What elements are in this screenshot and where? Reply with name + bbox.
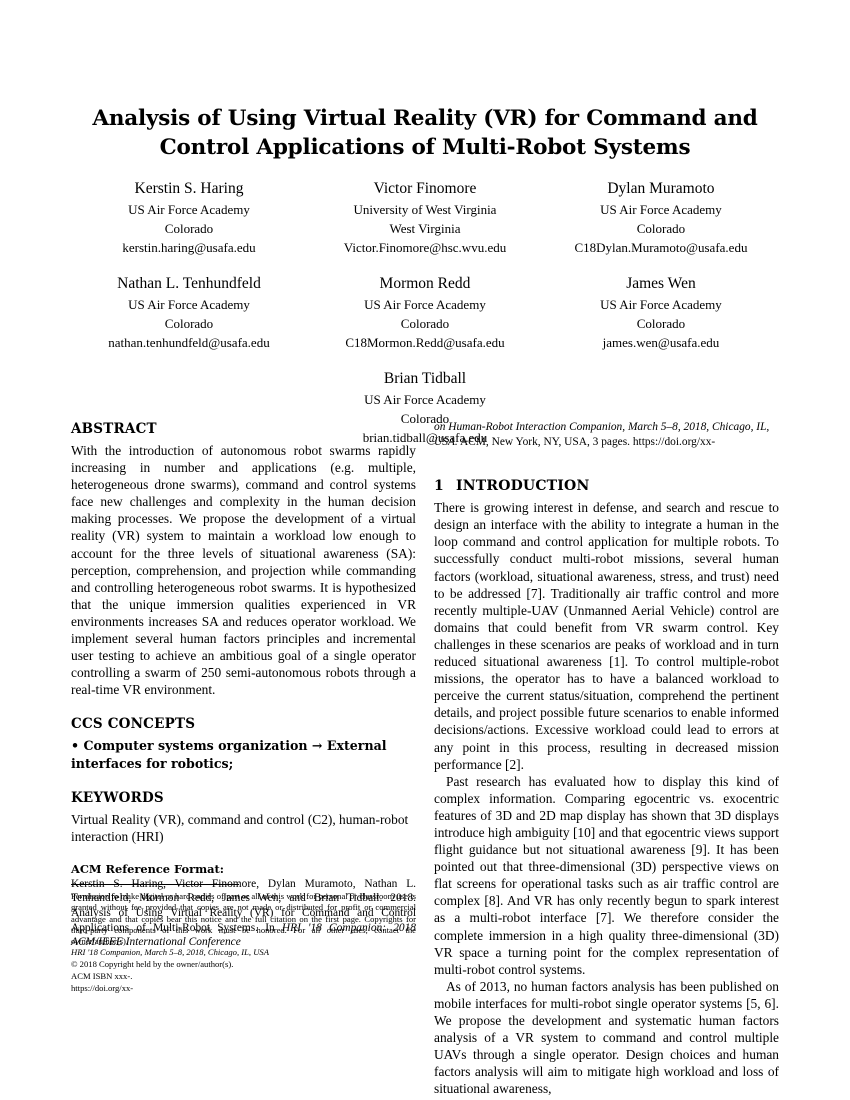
left-column: ABSTRACT With the introduction of autono… xyxy=(71,420,416,950)
footnote-permission: Permission to make digital or hard copie… xyxy=(71,891,416,947)
keywords-text: Virtual Reality (VR), command and contro… xyxy=(71,811,409,844)
author-entry: Kerstin S. Haring US Air Force Academy C… xyxy=(71,178,307,257)
author-entry: Victor Finomore University of West Virgi… xyxy=(307,178,543,257)
author-location: West Virginia xyxy=(389,221,461,236)
ccs-heading: CCS CONCEPTS xyxy=(71,716,196,733)
author-location: Colorado xyxy=(636,221,686,236)
author-location: Colorado xyxy=(636,316,686,331)
author-row: Nathan L. Tenhundfeld US Air Force Acade… xyxy=(71,273,779,368)
author-affiliation: US Air Force Academy xyxy=(128,297,250,312)
author-entry: Nathan L. Tenhundfeld US Air Force Acade… xyxy=(71,273,307,352)
keywords-heading: KEYWORDS xyxy=(71,789,164,806)
author-affiliation: University of West Virginia xyxy=(353,202,497,217)
introduction-heading: 1 INTRODUCTION xyxy=(434,477,779,495)
section-title: INTRODUCTION xyxy=(456,478,590,495)
author-name: Victor Finomore xyxy=(373,180,477,197)
author-name: James Wen xyxy=(626,275,696,292)
acm-reference-part2: ACM, New York, NY, USA, 3 pages. https:/… xyxy=(457,435,716,448)
footnote-doi[interactable]: https://doi.org/xx- xyxy=(71,983,416,995)
author-name: Kerstin S. Haring xyxy=(134,180,244,197)
footnote-copyright: © 2018 Copyright held by the owner/autho… xyxy=(71,959,234,970)
right-column: on Human-Robot Interaction Companion, Ma… xyxy=(434,420,779,1097)
author-email[interactable]: kerstin.haring@usafa.edu xyxy=(71,238,307,257)
author-affiliation: US Air Force Academy xyxy=(364,392,486,407)
author-email[interactable]: james.wen@usafa.edu xyxy=(543,333,779,352)
author-email[interactable]: C18Dylan.Muramoto@usafa.edu xyxy=(543,238,779,257)
author-affiliation: US Air Force Academy xyxy=(600,297,722,312)
paper-page: Analysis of Using Virtual Reality (VR) f… xyxy=(0,0,850,1100)
ccs-bullet-icon: • xyxy=(71,738,80,754)
author-email[interactable]: nathan.tenhundfeld@usafa.edu xyxy=(71,333,307,352)
author-location: Colorado xyxy=(164,316,214,331)
ccs-body: Computer systems organization → External… xyxy=(71,738,387,771)
author-name: Brian Tidball xyxy=(383,370,467,387)
introduction-paragraph: There is growing interest in defense, an… xyxy=(434,500,779,772)
author-name: Mormon Redd xyxy=(379,275,471,292)
page-title: Analysis of Using Virtual Reality (VR) f… xyxy=(92,106,758,160)
introduction-paragraph: As of 2013, no human factors analysis ha… xyxy=(434,978,779,1097)
author-location: Colorado xyxy=(164,221,214,236)
acm-reference-continuation: on Human-Robot Interaction Companion, Ma… xyxy=(434,420,779,449)
title-block: Analysis of Using Virtual Reality (VR) f… xyxy=(71,104,779,162)
author-row: Kerstin S. Haring US Air Force Academy C… xyxy=(71,178,779,273)
author-entry: James Wen US Air Force Academy Colorado … xyxy=(543,273,779,352)
author-affiliation: US Air Force Academy xyxy=(600,202,722,217)
author-entry: Dylan Muramoto US Air Force Academy Colo… xyxy=(543,178,779,257)
footnote-isbn: ACM ISBN xxx-. xyxy=(71,971,133,982)
author-name: Dylan Muramoto xyxy=(607,180,715,197)
acm-reference-heading: ACM Reference Format: xyxy=(71,861,224,876)
author-entry: Mormon Redd US Air Force Academy Colorad… xyxy=(307,273,543,352)
copyright-footnote: Permission to make digital or hard copie… xyxy=(71,884,416,995)
ccs-text: • Computer systems organization → Extern… xyxy=(71,737,416,771)
footnote-venue: HRI '18 Companion, March 5–8, 2018, Chic… xyxy=(71,947,269,958)
author-affiliation: US Air Force Academy xyxy=(128,202,250,217)
abstract-heading: ABSTRACT xyxy=(71,421,157,437)
author-email[interactable]: Victor.Finomore@hsc.wvu.edu xyxy=(307,238,543,257)
footnote-divider xyxy=(71,884,239,885)
abstract-text: With the introduction of autonomous robo… xyxy=(71,443,416,698)
introduction-paragraph: Past research has evaluated how to displ… xyxy=(434,773,779,977)
author-location: Colorado xyxy=(400,316,450,331)
author-affiliation: US Air Force Academy xyxy=(364,297,486,312)
author-email[interactable]: C18Mormon.Redd@usafa.edu xyxy=(307,333,543,352)
author-name: Nathan L. Tenhundfeld xyxy=(117,275,261,292)
section-number: 1 xyxy=(434,478,444,495)
